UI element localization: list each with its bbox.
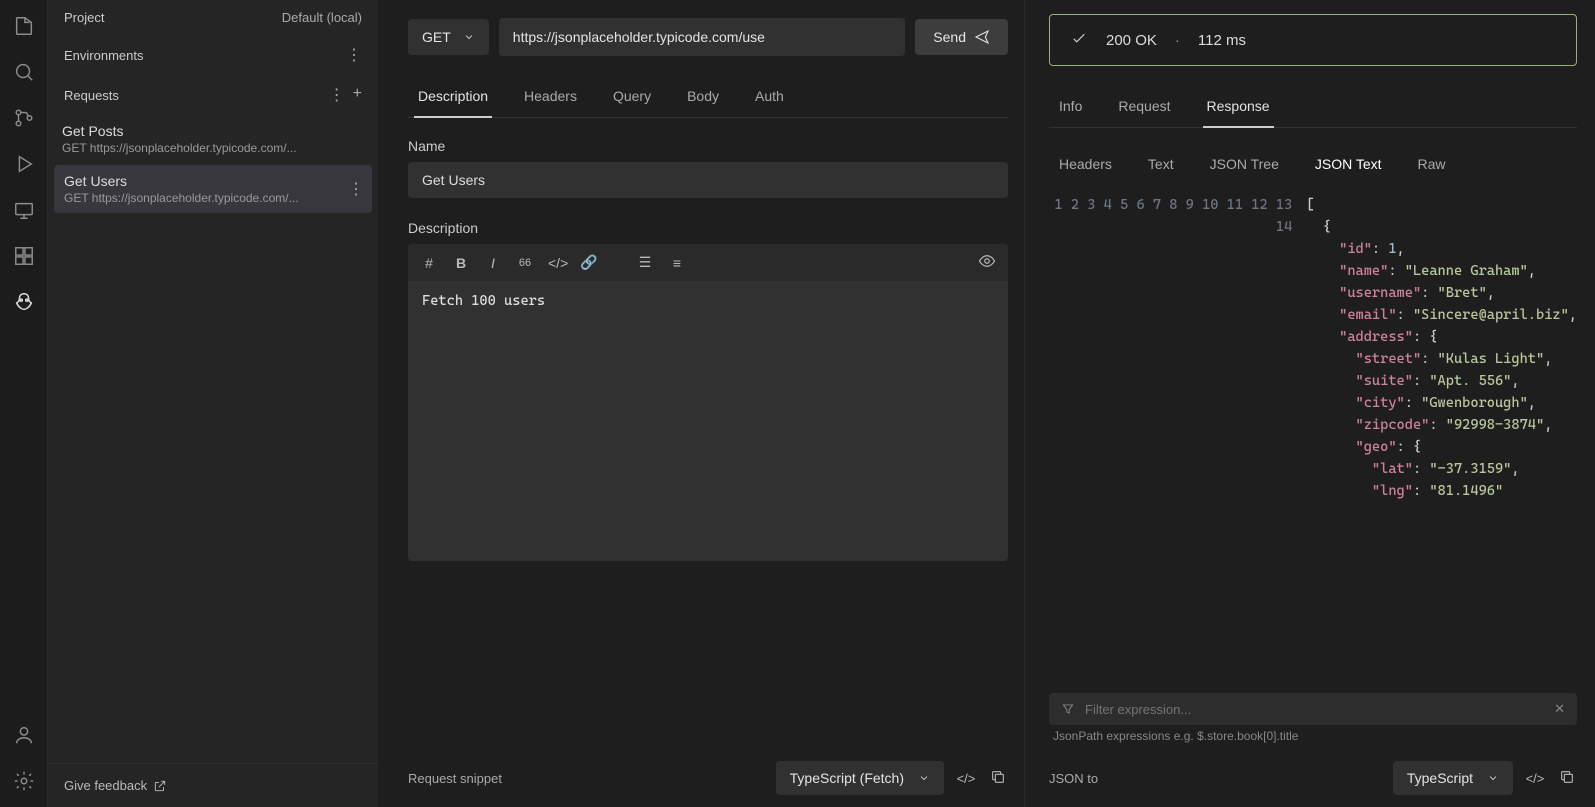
bold-icon[interactable]: B [452,255,470,271]
debug-icon[interactable] [4,144,44,184]
sidebar: Project Default (local) Environments ⋮ R… [48,0,378,807]
quote-icon[interactable]: 66 [516,257,534,269]
url-input[interactable] [499,18,906,56]
requests-header: Requests ⋮ + [48,75,378,115]
activity-bar [0,0,48,807]
subtab-jsontree[interactable]: JSON Tree [1206,148,1283,180]
subtab-text[interactable]: Text [1144,148,1178,180]
tab-info[interactable]: Info [1055,90,1086,127]
description-label: Description [408,220,1008,236]
json-to-select[interactable]: TypeScript [1393,761,1513,795]
separator: · [1175,32,1180,49]
tab-query[interactable]: Query [609,80,655,117]
tab-description[interactable]: Description [414,80,492,118]
tab-headers[interactable]: Headers [520,80,581,117]
json-to-bar: JSON to TypeScript </> [1049,761,1577,795]
app-icon[interactable] [4,282,44,322]
project-value: Default (local) [282,10,362,25]
response-pane: 200 OK · 112 ms Info Request Response He… [1025,0,1595,807]
name-input[interactable] [408,162,1008,198]
search-icon[interactable] [4,52,44,92]
subtab-jsontext[interactable]: JSON Text [1311,148,1386,180]
send-icon [974,29,990,45]
response-tabs: Info Request Response [1049,90,1577,128]
request-item-sub: GET https://jsonplaceholder.typicode.com… [64,191,362,205]
editor-toolbar: # B I 66 </> 🔗 ☰ ≡ [408,244,1008,281]
json-viewer[interactable]: 1 2 3 4 5 6 7 8 9 10 11 12 13 14 [ { "id… [1049,194,1577,685]
method-select[interactable]: GET [408,19,489,55]
tab-response[interactable]: Response [1203,90,1274,128]
snippet-label: Request snippet [408,771,502,786]
requests-label: Requests [64,88,119,103]
filter-hint: JsonPath expressions e.g. $.store.book[0… [1053,729,1577,743]
request-tabs: Description Headers Query Body Auth [408,80,1008,118]
response-subtabs: Headers Text JSON Tree JSON Text Raw [1049,148,1577,180]
send-button[interactable]: Send [915,19,1008,55]
send-label: Send [933,29,966,45]
status-bar: 200 OK · 112 ms [1049,14,1577,66]
request-item-title: Get Users [64,173,362,189]
snippet-lang-select[interactable]: TypeScript (Fetch) [776,761,944,795]
subtab-raw[interactable]: Raw [1414,148,1450,180]
files-icon[interactable] [4,6,44,46]
add-request-icon[interactable]: + [353,85,362,105]
settings-icon[interactable] [4,761,44,801]
list-icon[interactable]: ☰ [636,254,654,271]
filter-icon [1061,702,1075,716]
main: GET Send Description Headers Query Body … [378,0,1595,807]
request-item-title: Get Posts [62,123,364,139]
request-item[interactable]: Get Posts GET https://jsonplaceholder.ty… [48,115,378,163]
environments-label: Environments [64,48,143,63]
italic-icon[interactable]: I [484,255,502,271]
external-link-icon [153,779,167,793]
status-code: 200 OK [1106,32,1157,49]
snippet-bar: Request snippet TypeScript (Fetch) </> [408,745,1008,795]
environments-row: Environments ⋮ [48,35,378,75]
tab-body[interactable]: Body [683,80,723,117]
feedback-label: Give feedback [64,778,147,793]
filter-input[interactable] [1085,702,1544,717]
code-view-icon[interactable]: </> [956,771,976,786]
account-icon[interactable] [4,715,44,755]
project-label: Project [64,10,104,25]
description-editor[interactable]: Fetch 100 users [408,281,1008,561]
chevron-down-icon [1487,772,1499,784]
chevron-down-icon [463,31,475,43]
project-row[interactable]: Project Default (local) [48,0,378,35]
name-label: Name [408,138,1008,154]
chevron-down-icon [918,772,930,784]
ordered-list-icon[interactable]: ≡ [668,255,686,271]
preview-icon[interactable] [978,252,996,273]
remote-icon[interactable] [4,190,44,230]
requests-more-icon[interactable]: ⋮ [329,85,345,105]
subtab-headers[interactable]: Headers [1055,148,1116,180]
env-more-icon[interactable]: ⋮ [346,45,362,65]
response-time: 112 ms [1198,32,1246,49]
method-value: GET [422,29,451,45]
code-view-icon[interactable]: </> [1525,771,1545,786]
request-item-sub: GET https://jsonplaceholder.typicode.com… [62,141,364,155]
clear-icon[interactable]: ✕ [1554,701,1565,717]
code-icon[interactable]: </> [548,255,566,271]
tab-auth[interactable]: Auth [751,80,788,117]
link-icon[interactable]: 🔗 [580,254,598,271]
tab-req[interactable]: Request [1114,90,1174,127]
give-feedback-link[interactable]: Give feedback [48,763,378,807]
extensions-icon[interactable] [4,236,44,276]
heading-icon[interactable]: # [420,255,438,271]
source-control-icon[interactable] [4,98,44,138]
snippet-lang-value: TypeScript (Fetch) [790,770,904,786]
request-item-more-icon[interactable]: ⋮ [348,179,364,199]
check-icon [1070,29,1088,51]
json-to-value: TypeScript [1407,770,1473,786]
filter-expression-input[interactable]: ✕ [1049,693,1577,725]
copy-icon[interactable] [988,769,1008,788]
copy-icon[interactable] [1557,769,1577,788]
json-to-label: JSON to [1049,771,1098,786]
request-item[interactable]: Get Users GET https://jsonplaceholder.ty… [54,165,372,213]
request-pane: GET Send Description Headers Query Body … [378,0,1025,807]
